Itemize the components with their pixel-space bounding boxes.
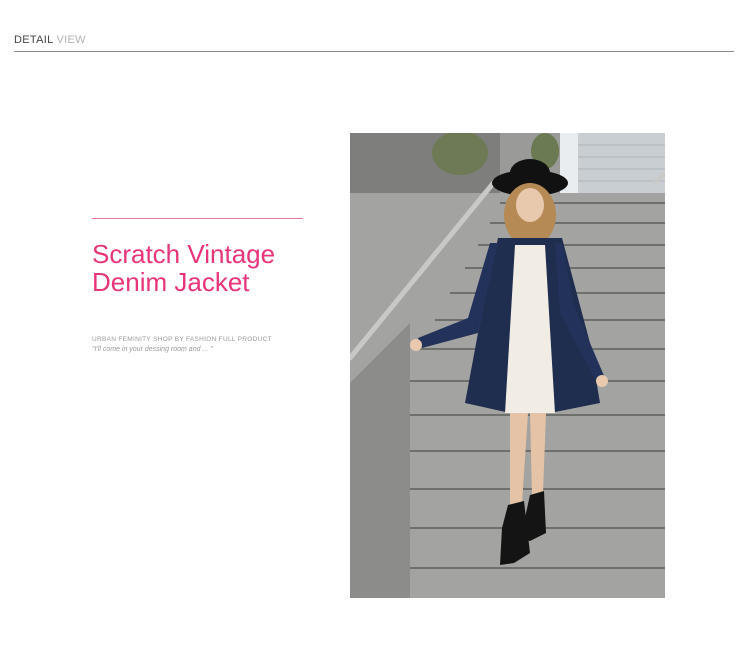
product-title-line2: Denim Jacket (92, 267, 250, 297)
section-title-secondary: VIEW (56, 34, 86, 46)
product-title: Scratch Vintage Denim Jacket (92, 240, 352, 296)
product-tagline: URBAN FEMINITY SHOP BY FASHION FULL PROD… (92, 336, 272, 343)
product-quote: "I'll come in your dessing room and ... … (92, 346, 213, 353)
product-photo-illustration (350, 133, 665, 598)
section-title: DETAIL VIEW (14, 34, 734, 47)
product-photo (350, 133, 665, 598)
section-title-primary: DETAIL (14, 34, 54, 46)
product-title-line1: Scratch Vintage (92, 239, 276, 269)
title-accent-divider (92, 218, 303, 219)
section-header: DETAIL VIEW (14, 34, 734, 52)
